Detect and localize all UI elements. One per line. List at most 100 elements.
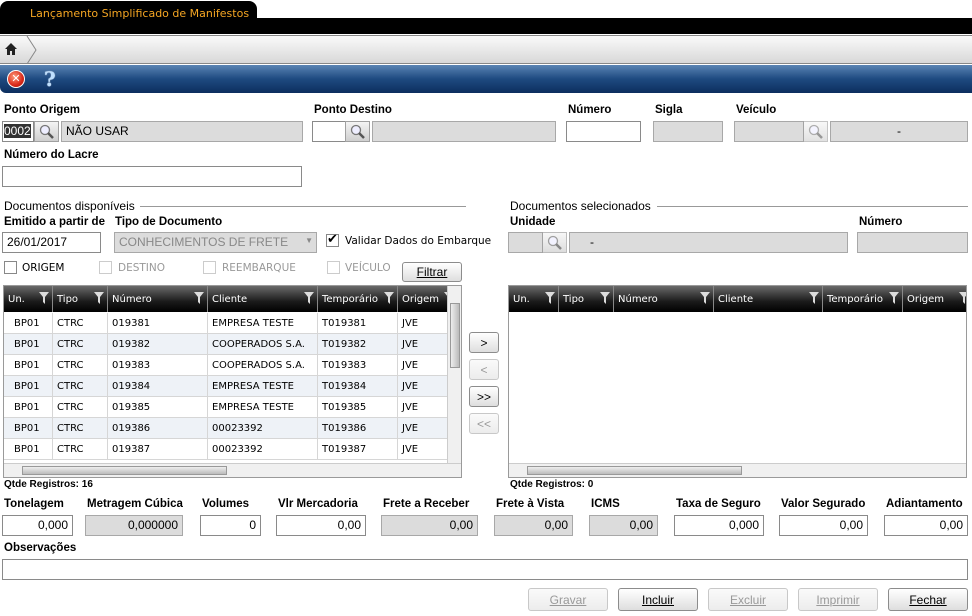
- numero-input[interactable]: [566, 121, 641, 142]
- column-label: Un.: [8, 294, 25, 305]
- check-icon: ✔: [327, 232, 338, 247]
- column-header[interactable]: Origem: [903, 286, 966, 312]
- destino-checkbox: [99, 261, 112, 274]
- selecionados-grid: Un. Tipo Número Cliente Temporário Origem: [508, 285, 967, 478]
- column-label: Cliente: [212, 294, 248, 305]
- reembarque-checkbox: [203, 261, 216, 274]
- filter-icon[interactable]: [304, 292, 314, 304]
- filtrar-button[interactable]: Filtrar: [402, 262, 462, 282]
- total-input: 0,00: [589, 515, 658, 536]
- disponiveis-grid: Un. Tipo Número Cliente Temporário Origem BP0…: [3, 285, 462, 478]
- unidade-search-button: [542, 232, 567, 253]
- add-button[interactable]: >: [469, 332, 499, 353]
- table-cell: BP01: [4, 355, 53, 375]
- numero-lacre-input[interactable]: [2, 166, 302, 187]
- table-row[interactable]: BP01 CTRC 019383 COOPERADOS S.A. T019383 JVE: [4, 355, 458, 376]
- table-row[interactable]: BP01 CTRC 019385 EMPRESA TESTE T019385 JVE: [4, 397, 458, 418]
- origem-checkbox[interactable]: [4, 261, 17, 274]
- filter-icon[interactable]: [194, 292, 204, 304]
- veiculo-checkbox: [327, 261, 340, 274]
- column-header[interactable]: Tipo: [53, 286, 108, 312]
- home-icon[interactable]: [4, 42, 18, 56]
- tipo-documento-select: CONHECIMENTOS DE FRETE ▼: [114, 232, 317, 253]
- scroll-thumb[interactable]: [527, 466, 742, 475]
- column-header[interactable]: Temporário: [823, 286, 903, 312]
- filter-icon[interactable]: [809, 292, 819, 304]
- table-cell: T019387: [318, 439, 398, 459]
- column-header[interactable]: Tipo: [559, 286, 614, 312]
- total-label: Volumes: [202, 498, 250, 510]
- column-header[interactable]: Cliente: [714, 286, 823, 312]
- add-all-button[interactable]: >>: [469, 386, 499, 407]
- divider: [657, 206, 968, 207]
- ponto-origem-code-input[interactable]: 0002: [2, 121, 34, 142]
- column-header[interactable]: Número: [614, 286, 714, 312]
- column-header[interactable]: Un.: [4, 286, 53, 312]
- emitido-input[interactable]: 26/01/2017: [2, 232, 101, 253]
- table-row[interactable]: BP01 CTRC 019384 EMPRESA TESTE T019384 JVE: [4, 376, 458, 397]
- column-label: Número: [618, 294, 658, 305]
- table-row[interactable]: BP01 CTRC 019381 EMPRESA TESTE T019381 JVE: [4, 313, 458, 334]
- total-input[interactable]: 0,00: [779, 515, 868, 536]
- column-header[interactable]: Cliente: [208, 286, 318, 312]
- column-label: Temporário: [827, 294, 884, 305]
- unidade-desc: -: [569, 232, 848, 253]
- filter-icon[interactable]: [384, 292, 394, 304]
- filter-icon[interactable]: [959, 292, 966, 304]
- table-cell: COOPERADOS S.A.: [208, 355, 318, 375]
- table-cell: T019383: [318, 355, 398, 375]
- table-cell: T019386: [318, 418, 398, 438]
- table-row[interactable]: BP01 CTRC 019386 00023392 T019386 JVE: [4, 418, 458, 439]
- numero-sel-label: Número: [859, 216, 903, 228]
- table-row[interactable]: BP01 CTRC 019382 COOPERADOS S.A. T019382 JVE: [4, 334, 458, 355]
- destino-label: DESTINO: [118, 262, 166, 274]
- documentos-disponiveis-title: Documentos disponíveis: [4, 199, 135, 213]
- imprimir-button: Imprimir: [798, 588, 878, 611]
- column-label: Número: [112, 294, 152, 305]
- total-label: Tonelagem: [4, 498, 64, 510]
- total-label: Vlr Mercadoria: [278, 498, 358, 510]
- column-label: Tipo: [57, 294, 79, 305]
- vertical-scrollbar[interactable]: [447, 286, 461, 463]
- column-label: Un.: [513, 294, 530, 305]
- filter-icon[interactable]: [600, 292, 610, 304]
- total-input[interactable]: 0: [200, 515, 261, 536]
- ponto-destino-code-input[interactable]: [312, 121, 346, 142]
- validar-checkbox[interactable]: ✔: [326, 232, 339, 247]
- table-cell: CTRC: [53, 334, 108, 354]
- horizontal-scrollbar[interactable]: [4, 463, 461, 477]
- table-cell: 019383: [108, 355, 208, 375]
- filter-icon[interactable]: [39, 292, 49, 304]
- ponto-origem-search-button[interactable]: [34, 121, 59, 142]
- scroll-thumb[interactable]: [22, 466, 227, 475]
- close-icon[interactable]: ✕: [7, 70, 25, 88]
- numero-sel-input: [857, 232, 968, 253]
- column-header[interactable]: Número: [108, 286, 208, 312]
- chevron-down-icon: ▼: [305, 236, 313, 245]
- fechar-button[interactable]: Fechar: [888, 588, 968, 611]
- column-header[interactable]: Temporário: [318, 286, 398, 312]
- button-label: Imprimir: [816, 592, 860, 607]
- help-icon[interactable]: ?: [44, 67, 56, 91]
- filter-icon[interactable]: [700, 292, 710, 304]
- table-cell: 019384: [108, 376, 208, 396]
- incluir-button[interactable]: Incluir: [618, 588, 698, 611]
- observacoes-input[interactable]: [2, 559, 968, 580]
- observacoes-label: Observações: [4, 542, 77, 554]
- filter-icon[interactable]: [545, 292, 555, 304]
- filter-icon[interactable]: [94, 292, 104, 304]
- button-label: Incluir: [641, 592, 674, 607]
- total-input[interactable]: 0,000: [2, 515, 73, 536]
- column-header[interactable]: Un.: [509, 286, 559, 312]
- filter-icon[interactable]: [889, 292, 899, 304]
- table-cell: BP01: [4, 313, 53, 333]
- ponto-destino-search-button[interactable]: [345, 121, 370, 142]
- total-input[interactable]: 0,00: [276, 515, 366, 536]
- total-input[interactable]: 0,00: [884, 515, 968, 536]
- scroll-thumb[interactable]: [450, 303, 460, 368]
- total-input[interactable]: 0,000: [674, 515, 764, 536]
- table-row[interactable]: BP01 CTRC 019387 00023392 T019387 JVE: [4, 439, 458, 460]
- horizontal-scrollbar[interactable]: [509, 463, 966, 477]
- emitido-label: Emitido a partir de: [4, 216, 105, 228]
- veiculo-search-button: [803, 121, 828, 142]
